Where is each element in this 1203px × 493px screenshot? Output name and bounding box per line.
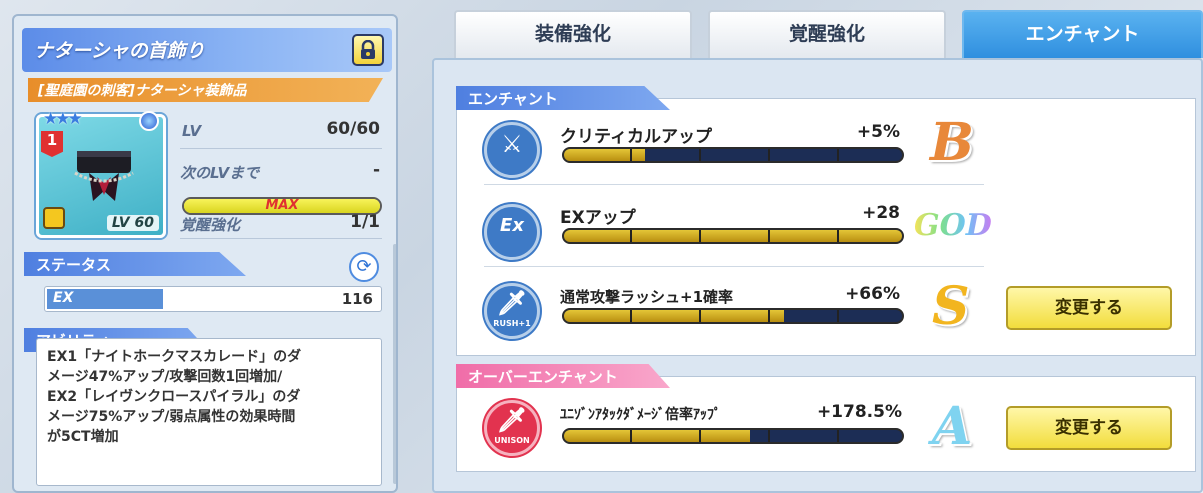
lock-button[interactable] <box>352 34 384 66</box>
grade-badge: GOD <box>914 208 992 243</box>
divider <box>180 148 382 149</box>
unison-icon: 🗡 UNISON <box>484 400 540 456</box>
over-enchant-value: +178.5% <box>816 402 902 422</box>
status-label: EX <box>53 290 74 306</box>
scrollbar[interactable] <box>393 244 396 484</box>
ability-line: メージ47%アップ/攻撃回数1回増加/ <box>47 369 283 385</box>
over-enchant-section-label: オーバーエンチャント <box>456 364 670 388</box>
item-title-bar: ナターシャの首飾り <box>22 28 392 72</box>
divider <box>180 238 382 239</box>
bar-tick <box>699 230 701 242</box>
lv-label: LV <box>182 122 202 140</box>
ability-description: EX1「ナイトホークマスカレード」のダ メージ47%アップ/攻撃回数1回増加/ … <box>36 338 382 486</box>
enchant-bar-fill <box>564 149 646 161</box>
card-level: LV 60 <box>106 215 159 231</box>
item-detail-panel: ナターシャの首飾り [聖庭園の刺客]ナターシャ装飾品 ★★★ 1 LV 60 L… <box>12 14 398 493</box>
enchant-bar <box>562 147 904 163</box>
bar-tick <box>768 430 770 442</box>
enchant-name: EXアップ <box>560 208 636 228</box>
ability-line: EX2「レイヴンクロースパイラル」のダ <box>47 389 301 405</box>
enchant-value: +66% <box>845 284 900 304</box>
tab-equipment-enhance[interactable]: 装備強化 <box>454 10 692 58</box>
item-subtitle-bar: [聖庭園の刺客]ナターシャ装飾品 <box>28 78 383 102</box>
item-name: ナターシャの首飾り <box>34 40 205 62</box>
icon-caption: RUSH+1 <box>493 319 531 328</box>
bar-tick <box>699 430 701 442</box>
grade-badge: B <box>930 112 974 173</box>
max-label: MAX <box>265 198 299 213</box>
bar-tick <box>768 149 770 161</box>
next-lv-value: - <box>372 160 380 180</box>
card-lock-icon <box>43 207 65 229</box>
bar-tick <box>837 149 839 161</box>
bar-tick <box>837 310 839 322</box>
status-section-label: ステータス <box>24 252 246 276</box>
enchant-bar <box>562 228 904 244</box>
sword-icon: ⚔ <box>484 122 540 178</box>
ability-line: メージ75%アップ/弱点属性の効果時間 <box>47 409 296 425</box>
bar-tick <box>699 149 701 161</box>
necklace-icon <box>74 151 134 201</box>
refresh-icon: ⟳ <box>356 256 372 277</box>
item-card[interactable]: ★★★ 1 LV 60 <box>36 109 166 238</box>
status-value: 116 <box>341 290 373 308</box>
enchant-section-label: エンチャント <box>456 86 670 110</box>
divider <box>484 266 984 267</box>
lv-value: 60/60 <box>326 119 380 139</box>
ability-line: EX1「ナイトホークマスカレード」のダ <box>47 349 302 365</box>
status-row-ex: EX 116 <box>44 286 382 312</box>
rush-icon: 🗡 RUSH+1 <box>484 283 540 339</box>
rank-badge: 1 <box>41 131 63 157</box>
enchant-bar <box>562 428 904 444</box>
change-button[interactable]: 変更する <box>1006 406 1172 450</box>
refresh-button[interactable]: ⟳ <box>349 252 379 282</box>
star-rating: ★★★ <box>43 109 83 129</box>
bar-tick <box>837 230 839 242</box>
item-subtitle: [聖庭園の刺客]ナターシャ装飾品 <box>38 83 247 99</box>
enchant-bar <box>562 308 904 324</box>
next-lv-label: 次のLVまで <box>180 164 260 182</box>
bar-tick <box>768 230 770 242</box>
lock-icon <box>361 40 375 59</box>
grade-badge: A <box>932 396 973 457</box>
enchant-name: 通常攻撃ラッシュ+1確率 <box>560 288 734 306</box>
enchant-bar-fill <box>564 310 784 322</box>
enchant-bar-fill <box>564 430 750 442</box>
divider <box>484 184 984 185</box>
bar-tick <box>630 230 632 242</box>
enchant-value: +5% <box>856 122 900 142</box>
bar-tick <box>630 310 632 322</box>
ex-icon: Ex <box>484 204 540 260</box>
bar-tick <box>630 149 632 161</box>
grade-badge: S <box>932 276 970 337</box>
awaken-label: 覚醒強化 <box>180 216 241 234</box>
change-button[interactable]: 変更する <box>1006 286 1172 330</box>
bar-tick <box>837 430 839 442</box>
ability-line: が5CT増加 <box>47 429 119 445</box>
bar-tick <box>630 430 632 442</box>
gem-icon <box>139 111 159 131</box>
over-enchant-name: ﾕﾆｿﾞﾝｱﾀｯｸﾀﾞﾒｰｼﾞ倍率ｱｯﾌﾟ <box>560 407 721 423</box>
awaken-value: 1/1 <box>350 212 380 232</box>
enchant-name: クリティカルアップ <box>560 127 712 147</box>
icon-caption: UNISON <box>494 436 530 445</box>
enchant-bar-fill <box>564 230 902 242</box>
enchant-value: +28 <box>862 203 900 223</box>
tab-awaken-enhance[interactable]: 覚醒強化 <box>708 10 946 58</box>
bar-tick <box>768 310 770 322</box>
tab-enchant[interactable]: エンチャント <box>962 10 1203 58</box>
bar-tick <box>699 310 701 322</box>
